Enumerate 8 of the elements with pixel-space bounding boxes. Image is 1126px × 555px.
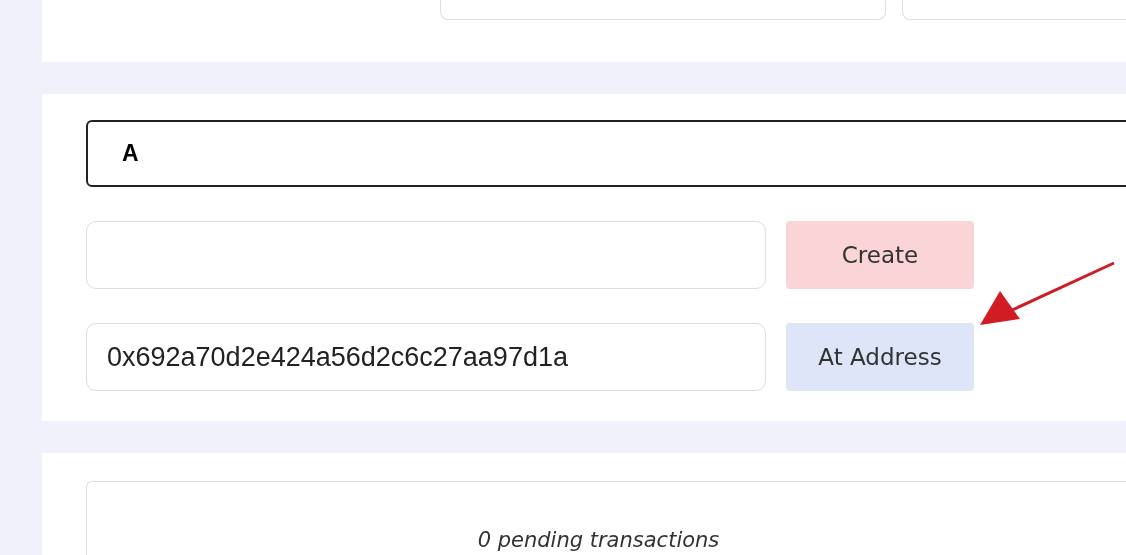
create-button[interactable]: Create bbox=[786, 221, 974, 289]
input-field[interactable] bbox=[86, 221, 766, 289]
at-address-button[interactable]: At Address bbox=[786, 323, 974, 391]
input-field[interactable] bbox=[440, 0, 886, 20]
contract-name-field[interactable]: A bbox=[86, 120, 1126, 187]
pending-transactions-text: 0 pending transactions bbox=[477, 528, 720, 554]
input-field[interactable] bbox=[902, 0, 1126, 20]
address-field[interactable]: 0x692a70d2e424a56d2c6c27aa97d1a bbox=[86, 323, 766, 391]
